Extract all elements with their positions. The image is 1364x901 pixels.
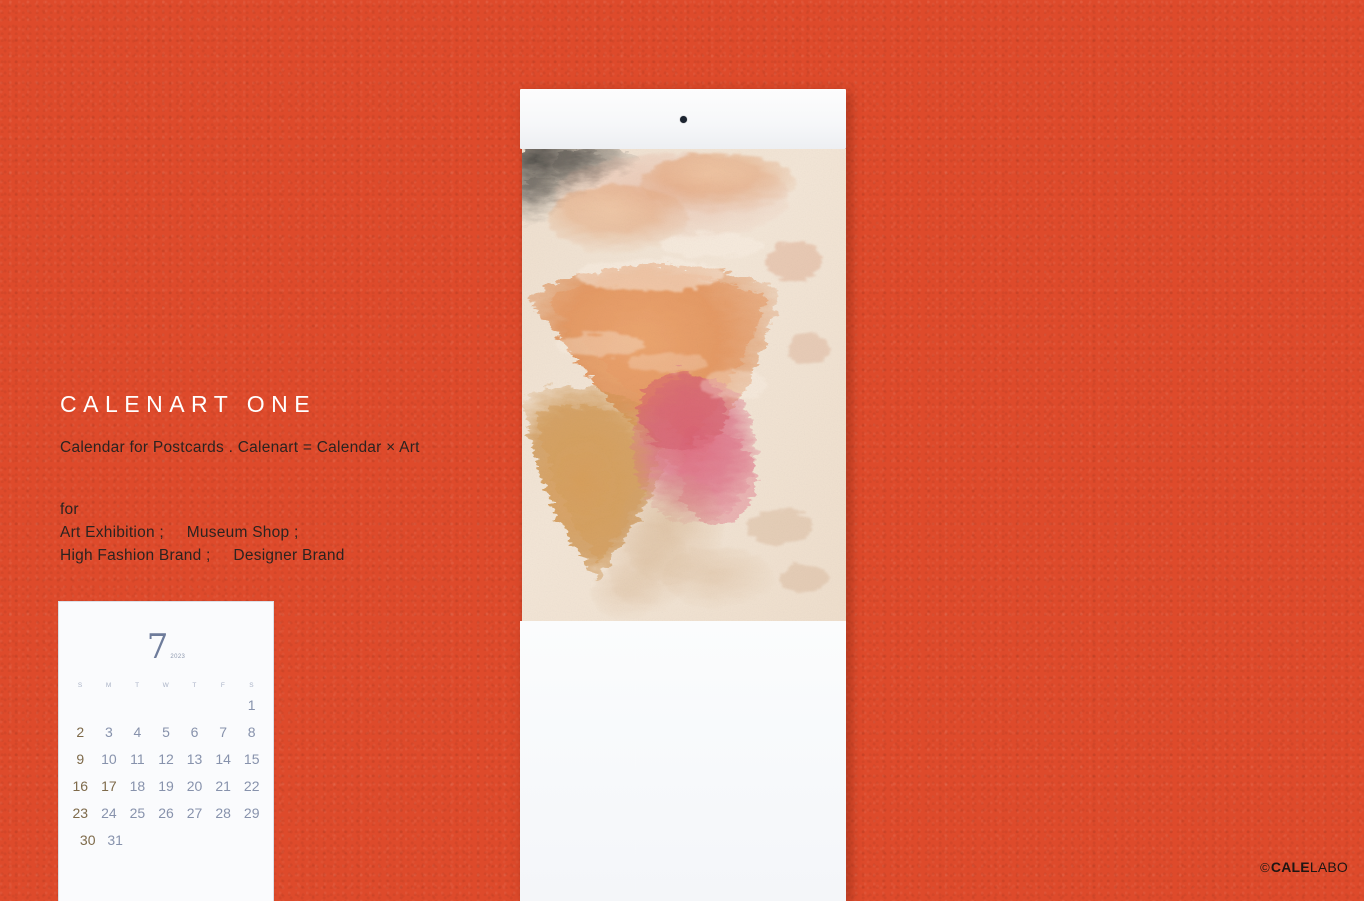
month-postcard: 7 2023 S M T W T F S 1 2 3 4 5 6 7 8 9 1…: [58, 601, 274, 901]
weekday-sat: S: [249, 682, 255, 689]
audience-list: for Art Exhibition ; Museum Shop ; High …: [60, 499, 580, 568]
calendar-day: 7: [219, 724, 228, 740]
calendar-day: 31: [107, 832, 123, 848]
weekday-tue: T: [135, 682, 140, 689]
calendar-day: 18: [129, 778, 146, 794]
calendar-day: 14: [215, 751, 231, 767]
month-header: 7 2023: [59, 602, 273, 668]
logo-secondary-text: LABO: [1309, 859, 1348, 875]
page-title: CALENART ONE: [60, 391, 317, 417]
marketing-text-block: CALENART ONE Calendar for Postcards . Ca…: [60, 391, 580, 568]
calendar-week-row: 9 10 11 12 13 14 15: [59, 749, 273, 770]
calendar-base-pad: [520, 621, 846, 901]
calendar-day: 13: [186, 751, 203, 767]
audience-label: for: [60, 501, 79, 519]
calendar-day: 23: [72, 805, 89, 821]
calendar-week-row: 1: [59, 695, 273, 716]
calendar-day: 9: [76, 751, 85, 767]
calendar-day: 30: [79, 832, 96, 848]
calendar-day: [180, 695, 209, 716]
weekday-mon: M: [105, 682, 112, 689]
weekday-wed: W: [162, 682, 170, 689]
calendar-day: 25: [129, 805, 146, 821]
calendar-day: [156, 830, 183, 851]
calendar-week-row: 30 31: [59, 830, 273, 851]
hanging-hole-icon: [679, 115, 687, 123]
calendar-day: [152, 695, 181, 716]
calendar-day: [184, 830, 211, 851]
calendar-grid: 1 2 3 4 5 6 7 8 9 10 11 12 13 14 15 16 1…: [59, 695, 273, 851]
calendar-day: 8: [247, 724, 256, 740]
calendar-day: 19: [158, 778, 174, 794]
calendar-day: 5: [162, 724, 170, 740]
abstract-painting-image: [522, 149, 846, 621]
artwork-postcard: [522, 149, 846, 621]
calendar-week-row: 2 3 4 5 6 7 8: [59, 722, 273, 743]
calendar-day: 28: [215, 805, 231, 821]
calendar-product: [520, 89, 846, 901]
calendar-day: 11: [130, 751, 145, 767]
brand-logo: © CALE LABO: [1260, 859, 1348, 875]
calendar-day: 21: [215, 778, 231, 794]
copyright-icon: ©: [1260, 859, 1270, 875]
calendar-day: [239, 830, 266, 851]
audience-line-1: Art Exhibition ; Museum Shop ;: [60, 524, 299, 542]
calendar-day: 20: [186, 778, 203, 794]
calendar-day: [209, 695, 238, 716]
calendar-day: [211, 830, 238, 851]
weekday-header-row: S M T W T F S: [59, 682, 273, 689]
calendar-day-holiday: 17: [101, 778, 117, 794]
calendar-day: 4: [133, 724, 142, 740]
calendar-day: 22: [243, 778, 260, 794]
calendar-day: 24: [101, 805, 117, 821]
audience-line-2: High Fashion Brand ; Designer Brand: [60, 547, 345, 565]
calendar-day: 12: [158, 751, 174, 767]
weekday-fri: F: [220, 682, 226, 689]
logo-primary-text: CALE: [1270, 859, 1310, 875]
month-number: 7: [146, 627, 169, 667]
calendar-day: 16: [72, 778, 89, 794]
calendar-day: 15: [243, 751, 260, 767]
calendar-day: [123, 695, 152, 716]
weekday-sun: S: [77, 682, 83, 689]
calendar-day: 1: [247, 697, 256, 713]
calendar-week-row: 23 24 25 26 27 28 29: [59, 803, 273, 824]
calendar-day: [95, 695, 124, 716]
calendar-day: 29: [243, 805, 260, 821]
calendar-hanger-panel: [520, 89, 846, 149]
calendar-day: 3: [104, 724, 113, 740]
tagline: Calendar for Postcards . Calenart = Cale…: [60, 439, 420, 457]
calendar-day: 10: [101, 751, 117, 767]
calendar-day: 27: [186, 805, 203, 821]
year-label: 2023: [170, 654, 186, 660]
calendar-day: 26: [158, 805, 174, 821]
calendar-day: 2: [76, 724, 85, 740]
calendar-day: [66, 695, 95, 716]
weekday-thu: T: [192, 682, 197, 689]
calendar-day: 6: [190, 724, 199, 740]
calendar-week-row: 16 17 18 19 20 21 22: [59, 776, 273, 797]
calendar-day: [129, 830, 156, 851]
